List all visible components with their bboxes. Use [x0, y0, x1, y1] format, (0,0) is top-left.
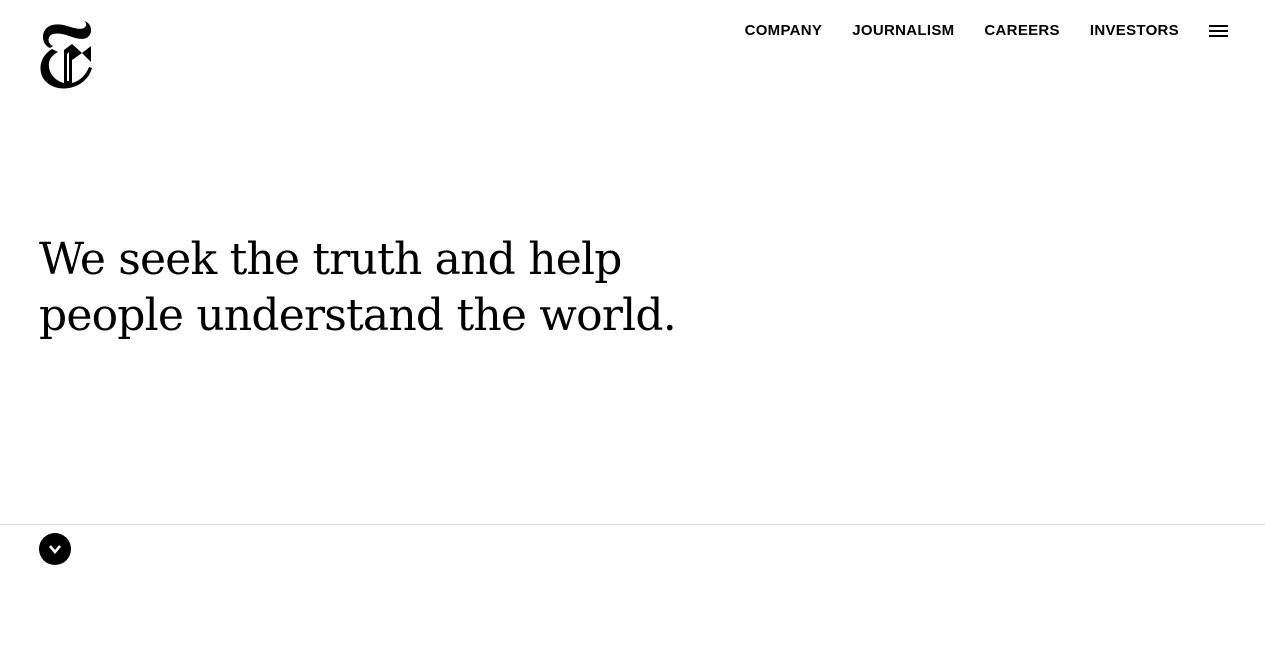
hamburger-menu-icon	[1209, 25, 1228, 27]
scroll-down-button[interactable]	[39, 533, 71, 565]
nav-link-journalism[interactable]: JOURNALISM	[852, 19, 954, 43]
page: COMPANY JOURNALISM CAREERS INVESTORS We …	[0, 0, 1265, 645]
nyt-t-logo-icon	[40, 21, 92, 89]
nyt-logo-link[interactable]	[38, 19, 94, 89]
nav-link-company[interactable]: COMPANY	[745, 19, 823, 43]
divider	[0, 524, 1265, 525]
hamburger-menu-icon-bar	[1209, 35, 1228, 37]
nav-link-careers[interactable]: CAREERS	[984, 19, 1059, 43]
hamburger-menu-icon-bar	[1209, 30, 1228, 32]
menu-button[interactable]	[1209, 19, 1231, 43]
top-navigation: COMPANY JOURNALISM CAREERS INVESTORS	[745, 19, 1231, 43]
chevron-down-icon	[49, 545, 61, 554]
nav-link-investors[interactable]: INVESTORS	[1090, 19, 1179, 43]
hero-headline: We seek the truth and help people unders…	[39, 234, 677, 341]
